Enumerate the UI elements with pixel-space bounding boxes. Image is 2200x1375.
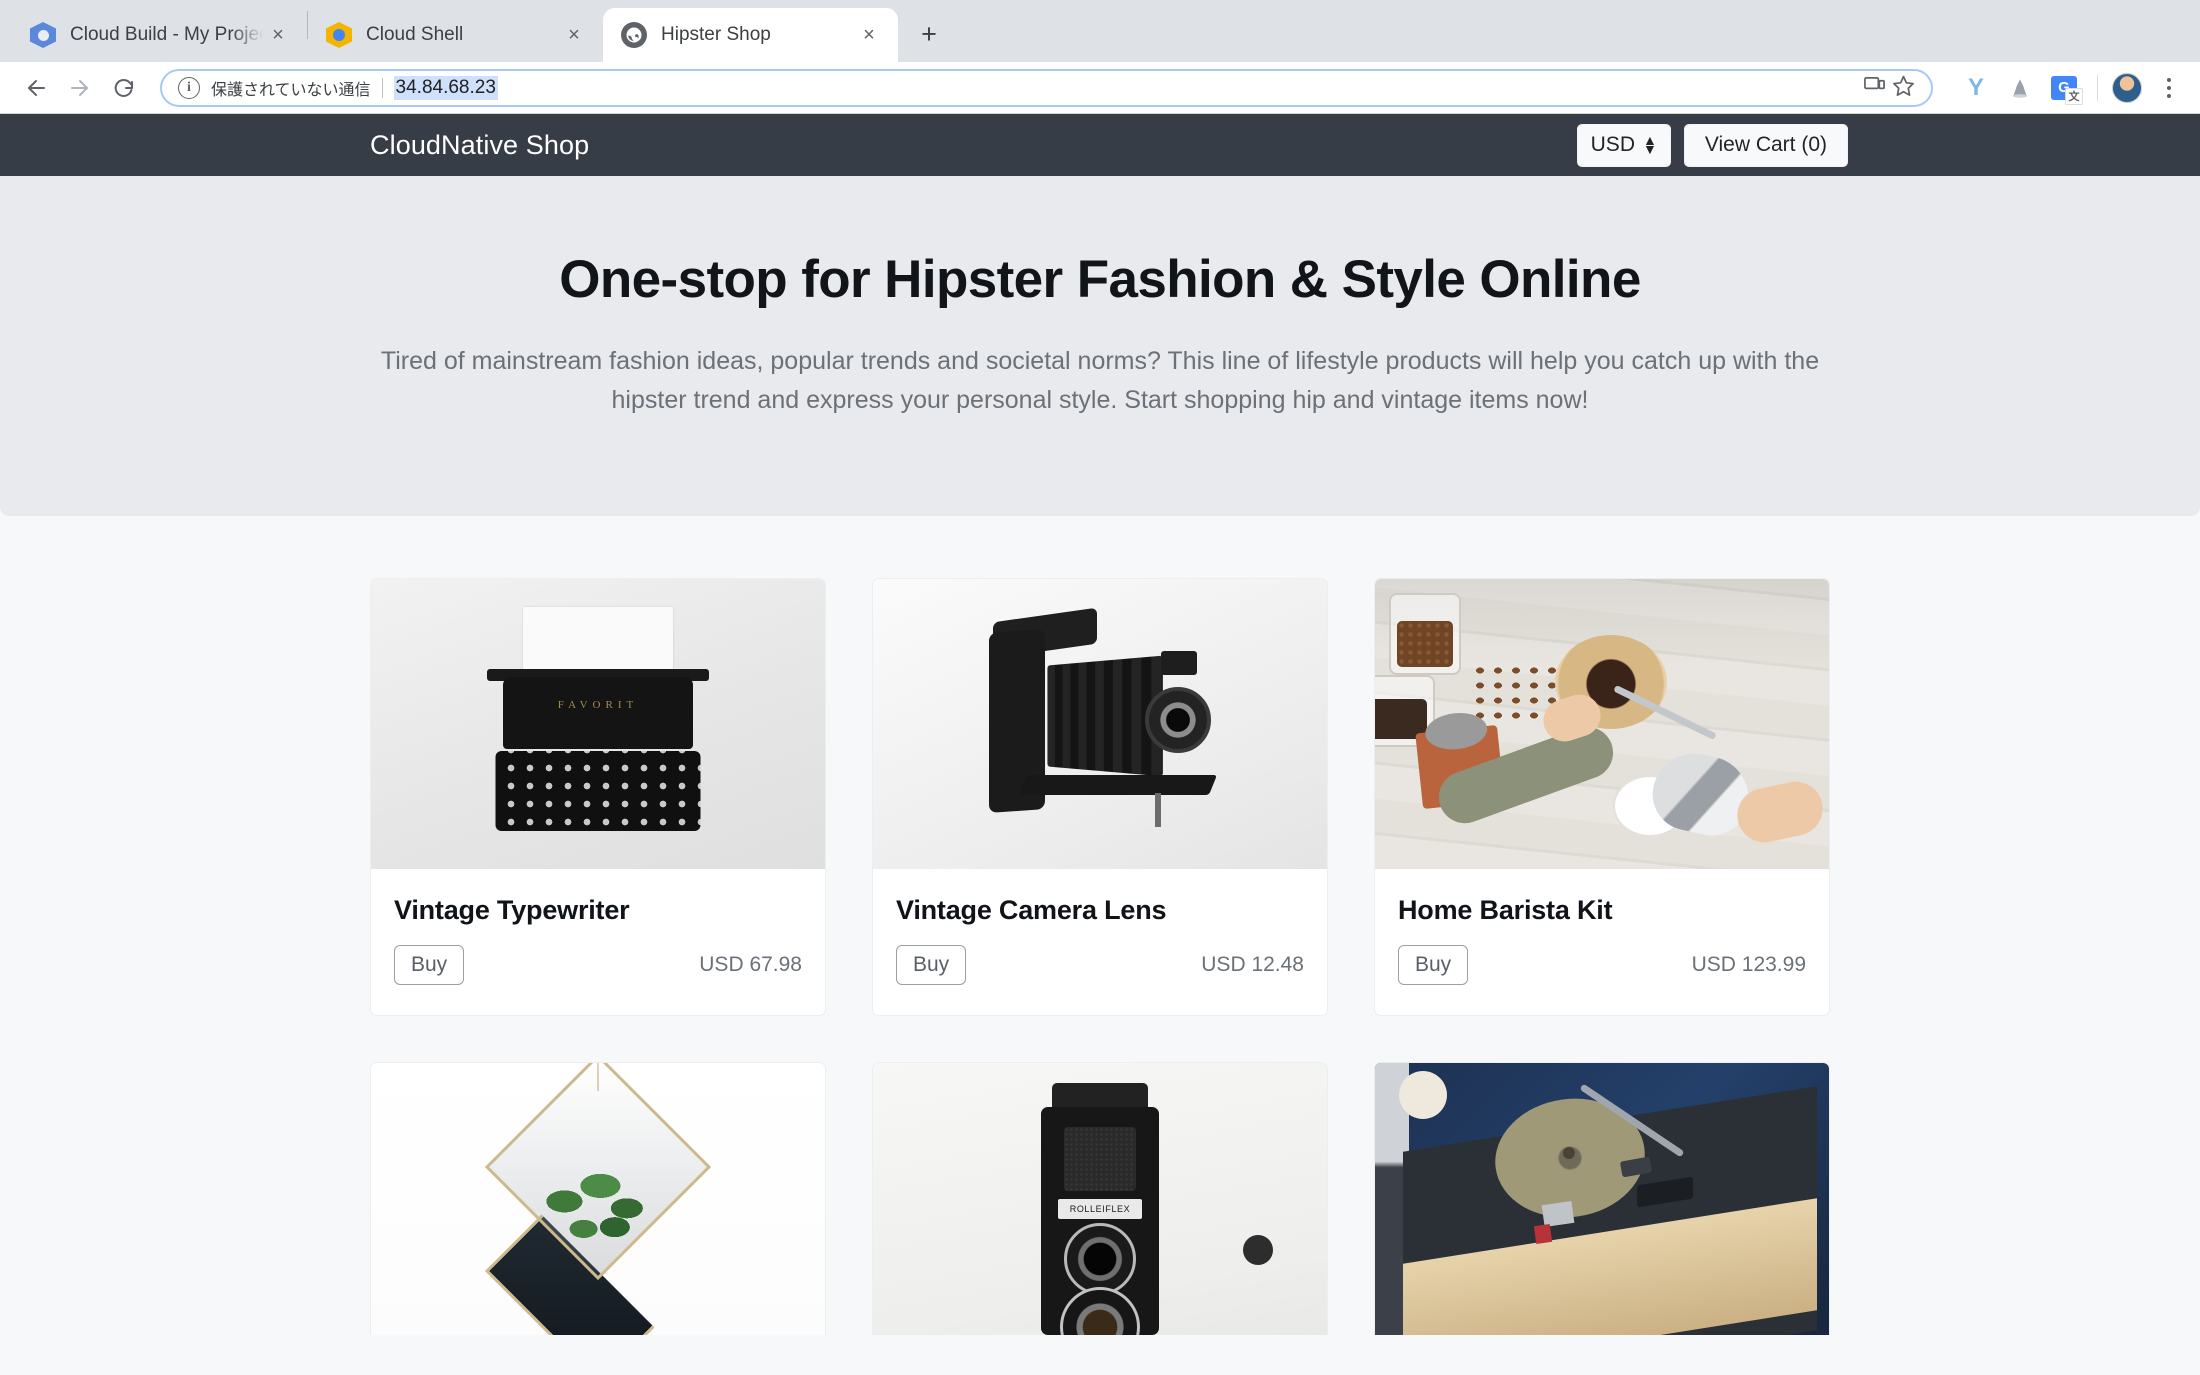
product-image-terrarium[interactable] xyxy=(371,1062,825,1335)
currency-value: USD xyxy=(1590,133,1635,156)
cast-icon[interactable] xyxy=(1863,74,1886,102)
tab-cloud-build[interactable]: Cloud Build - My Project 3335 × xyxy=(12,8,307,62)
extensions-area: Y G xyxy=(1947,69,2186,107)
kebab-menu-icon[interactable] xyxy=(2152,69,2186,107)
browser-chrome: Cloud Build - My Project 3335 × Cloud Sh… xyxy=(0,0,2200,114)
tab-label: Hipster Shop xyxy=(661,24,771,45)
header-actions: USD ▲ ▼ View Cart (0) xyxy=(1576,123,2200,167)
address-bar[interactable]: i 保護されていない通信 34.84.68.23 xyxy=(160,68,1933,107)
avatar[interactable] xyxy=(2112,72,2142,103)
product-card[interactable]: Home Barista Kit Buy USD 123.99 xyxy=(1374,577,1830,1016)
globe-icon xyxy=(621,22,647,48)
bookmark-star-icon[interactable] xyxy=(1892,74,1915,102)
extension-icon[interactable] xyxy=(2001,69,2039,107)
cloud-shell-icon xyxy=(326,22,352,48)
product-card[interactable]: Vintage Record Player Buy xyxy=(1374,1061,1830,1335)
product-price: USD 67.98 xyxy=(699,952,802,976)
tab-label: Cloud Shell xyxy=(366,24,464,45)
tab-strip: Cloud Build - My Project 3335 × Cloud Sh… xyxy=(0,0,2200,62)
product-image-camera[interactable] xyxy=(873,578,1327,869)
product-card[interactable]: Terrarium Buy xyxy=(370,1061,826,1335)
buy-button[interactable]: Buy xyxy=(394,944,465,985)
tab-cloud-shell[interactable]: Cloud Shell × xyxy=(308,8,603,62)
yahoo-icon[interactable]: Y xyxy=(1957,69,1995,107)
tab-hipster-shop[interactable]: Hipster Shop × xyxy=(603,8,898,62)
page-title: One-stop for Hipster Fashion & Style Onl… xyxy=(559,250,1641,309)
product-image-film-camera[interactable]: ROLLEIFLEX xyxy=(873,1062,1327,1335)
site-header: CloudNative Shop USD ▲ ▼ View Cart (0) xyxy=(0,114,2200,176)
google-translate-icon[interactable]: G xyxy=(2045,69,2083,107)
forward-icon[interactable] xyxy=(58,66,102,110)
product-image-record-player[interactable] xyxy=(1375,1062,1829,1335)
tab-label: Cloud Build - My Project 3335 xyxy=(70,24,263,45)
toolbar-divider xyxy=(2097,74,2098,101)
product-price: USD 12.48 xyxy=(1201,952,1304,976)
tab-close-icon[interactable]: × xyxy=(854,20,884,50)
omnibox-divider xyxy=(381,77,383,98)
url-text[interactable]: 34.84.68.23 xyxy=(393,75,498,100)
info-circle-icon[interactable]: i xyxy=(178,76,200,99)
security-status-label: 保護されていない通信 xyxy=(211,81,371,99)
page-content: CloudNative Shop USD ▲ ▼ View Cart (0) On… xyxy=(0,114,2200,1335)
back-icon[interactable] xyxy=(14,66,58,110)
buy-button[interactable]: Buy xyxy=(896,944,967,985)
product-name: Vintage Camera Lens xyxy=(896,894,1167,925)
buy-button[interactable]: Buy xyxy=(1398,944,1469,985)
reload-icon[interactable] xyxy=(102,66,146,110)
cloud-build-icon xyxy=(30,22,56,48)
product-name: Vintage Typewriter xyxy=(394,894,630,925)
product-name: Home Barista Kit xyxy=(1398,894,1613,925)
product-image-typewriter[interactable]: FAVORIT xyxy=(371,578,825,869)
product-grid: FAVORIT Vintage Typewriter Buy USD 67.98… xyxy=(0,516,2200,1335)
product-card[interactable]: Vintage Camera Lens Buy USD 12.48 xyxy=(872,577,1328,1016)
hero-subtitle: Tired of mainstream fashion ideas, popul… xyxy=(380,346,1820,414)
chevron-updown-icon: ▲ ▼ xyxy=(1642,132,1657,157)
tab-close-icon[interactable]: × xyxy=(559,20,589,50)
view-cart-button[interactable]: View Cart (0) xyxy=(1683,123,1848,167)
product-card[interactable]: FAVORIT Vintage Typewriter Buy USD 67.98 xyxy=(370,577,826,1016)
hero-banner: One-stop for Hipster Fashion & Style Onl… xyxy=(0,176,2200,516)
currency-select[interactable]: USD ▲ ▼ xyxy=(1576,123,1671,167)
product-price: USD 123.99 xyxy=(1691,952,1806,976)
site-brand[interactable]: CloudNative Shop xyxy=(370,130,589,161)
product-image-barista[interactable] xyxy=(1375,578,1829,869)
browser-toolbar: i 保護されていない通信 34.84.68.23 Y G xyxy=(0,62,2200,114)
tab-close-icon[interactable]: × xyxy=(263,20,293,50)
product-card[interactable]: ROLLEIFLEX Film Camera Buy xyxy=(872,1061,1328,1335)
new-tab-button[interactable]: + xyxy=(908,13,950,55)
